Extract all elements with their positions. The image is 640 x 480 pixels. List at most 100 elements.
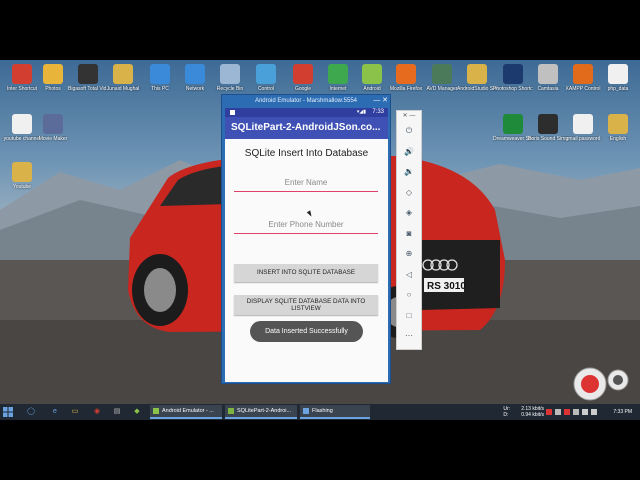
download-label: D:	[503, 412, 509, 418]
emulator-window[interactable]: Android Emulator - Marshmallow:5554 — ✕ …	[221, 94, 391, 384]
desktop-icon[interactable]: Bigasoft Total Vid...	[68, 64, 108, 92]
desktop-app-icon	[467, 64, 487, 84]
zoom-icon[interactable]: ⊕	[397, 244, 421, 265]
task-app-icon	[228, 408, 234, 414]
desktop-icon[interactable]: Junaid Mughal	[103, 64, 143, 92]
toolbar-window-controls[interactable]: ✕ —	[397, 111, 421, 121]
desktop-icon[interactable]: AVD Manager	[422, 64, 462, 92]
more-icon[interactable]: ⋯	[397, 326, 421, 347]
task-app-icon	[303, 408, 309, 414]
emulator-title[interactable]: Android Emulator - Marshmallow:5554	[222, 95, 390, 107]
desktop-icon-label: Photos	[45, 86, 61, 92]
taskbar-task[interactable]: SQLitePart-2-Androi...	[225, 405, 297, 419]
desktop-app-icon	[362, 64, 382, 84]
rotate-left-icon[interactable]: ◇	[397, 183, 421, 204]
desktop-icon[interactable]: Google	[283, 64, 323, 92]
phone-screen[interactable]: ▾◢▮ 7:33 SQLitePart-2-AndroidJSon.co... …	[225, 108, 388, 382]
desktop-icon[interactable]: Camtasia	[528, 64, 568, 92]
desktop-icon[interactable]: php_data	[598, 64, 638, 92]
desktop-icon[interactable]: Photos	[33, 64, 73, 92]
desktop-app-icon	[220, 64, 240, 84]
home-icon[interactable]: ○	[397, 285, 421, 306]
desktop-icon[interactable]: Dreamweaver Shortcut	[493, 114, 533, 142]
desktop-icon[interactable]: Photoshop Shortcut	[493, 64, 533, 92]
chrome-icon[interactable]: ◉	[92, 407, 102, 417]
clock[interactable]: 7:33 PM	[613, 409, 632, 415]
desktop-app-icon	[503, 114, 523, 134]
edge-browser-icon[interactable]: e	[50, 407, 60, 417]
task-label: Android Emulator - ...	[162, 408, 214, 414]
desktop-icon[interactable]: This PC	[140, 64, 180, 92]
desktop-app-icon	[78, 64, 98, 84]
desktop-icon[interactable]: Youtube	[2, 162, 42, 190]
svg-text:RS 3010: RS 3010	[427, 281, 466, 292]
desktop-icon-label: Recycle Bin	[216, 86, 244, 92]
desktop-app-icon	[43, 114, 63, 134]
tray-icons[interactable]	[546, 408, 600, 416]
desktop-app-icon	[256, 64, 276, 84]
camera-icon[interactable]: ◙	[397, 224, 421, 245]
windows-start-icon[interactable]	[3, 407, 13, 417]
power-icon[interactable]: ⏻	[397, 121, 421, 142]
desktop-app-icon	[608, 64, 628, 84]
desktop-icon[interactable]: Boris Sound Simulator	[528, 114, 568, 142]
desktop-app-icon	[113, 64, 133, 84]
toolbar-buttons: ⏻ 🔊 🔉 ◇ ◈ ◙ ⊕ ◁ ○ □ ⋯	[397, 121, 421, 347]
webcam-widget[interactable]	[572, 366, 632, 402]
desktop-icon[interactable]: AndroidStudio Shortcut	[457, 64, 497, 92]
name-input[interactable]: Enter Name	[234, 174, 378, 192]
app-action-bar-title: SQLitePart-2-AndroidJSon.co...	[225, 117, 388, 139]
download-speed: 0.94 kbit/s	[521, 412, 544, 418]
desktop-icon-label: Control	[257, 86, 275, 92]
search-icon[interactable]: ◯	[26, 407, 36, 417]
desktop-icon-label: Bigasoft Total Vid...	[68, 86, 108, 92]
overview-icon[interactable]: □	[397, 306, 421, 327]
store-icon[interactable]: ▤	[112, 407, 122, 417]
volume-up-icon[interactable]: 🔊	[397, 142, 421, 163]
volume-down-icon[interactable]: 🔉	[397, 162, 421, 183]
desktop-icon[interactable]: Mozilla Firefox	[386, 64, 426, 92]
display-listview-button[interactable]: DISPLAY SQLITE DATABASE DATA INTO LISTVI…	[234, 295, 378, 315]
network-labels: Ur: D:	[503, 406, 510, 418]
desktop-icon-label: Mozilla Firefox	[389, 86, 423, 92]
desktop-icon-label: Movie Maker	[38, 136, 68, 142]
desktop-icon-label: php_data	[607, 86, 629, 92]
taskbar-task[interactable]: Android Emulator - ...	[150, 405, 222, 419]
emulator-window-controls[interactable]: — ✕	[373, 95, 388, 107]
task-app-icon	[153, 408, 159, 414]
android-studio-icon[interactable]: ◆	[132, 407, 142, 417]
desktop-icon-label: This PC	[151, 86, 169, 92]
desktop-icon[interactable]: Control	[246, 64, 286, 92]
insert-button[interactable]: INSERT INTO SQLITE DATABASE	[234, 264, 378, 282]
desktop-app-icon	[328, 64, 348, 84]
desktop-icon-label: Camtasia	[537, 86, 559, 92]
desktop-icon-label: Google	[294, 86, 312, 92]
desktop-icon-label: AVD Manager	[426, 86, 458, 92]
app-heading: SQLite Insert Into Database	[244, 148, 369, 159]
desktop-icon[interactable]: gmail password	[563, 114, 603, 142]
file-explorer-icon[interactable]: ▭	[70, 407, 80, 417]
desktop-app-icon	[396, 64, 416, 84]
rotate-right-icon[interactable]: ◈	[397, 203, 421, 224]
desktop-app-icon	[185, 64, 205, 84]
desktop-icon[interactable]: Network	[175, 64, 215, 92]
desktop-icon-label: Photoshop Shortcut	[493, 86, 533, 92]
phone-number-input[interactable]: Enter Phone Number	[234, 216, 378, 234]
toast-message: Data Inserted Successfully	[250, 321, 363, 342]
back-icon[interactable]: ◁	[397, 265, 421, 286]
desktop-app-icon	[150, 64, 170, 84]
desktop-icon-label: Dreamweaver Shortcut	[493, 136, 533, 142]
desktop-app-icon	[538, 64, 558, 84]
windows-taskbar: ◯ e ▭ ◉ ▤ ◆ Android Emulator - ... SQLite…	[0, 404, 640, 420]
desktop-icon-label: English	[609, 136, 627, 142]
desktop-icon-label: AndroidStudio Shortcut	[457, 86, 497, 92]
desktop-icon[interactable]: XAMPP Control	[563, 64, 603, 92]
status-time: 7:33	[372, 109, 384, 115]
desktop-app-icon	[12, 64, 32, 84]
taskbar-task[interactable]: Flashing	[300, 405, 370, 419]
desktop-icon[interactable]: Movie Maker	[33, 114, 73, 142]
desktop-icon[interactable]: Recycle Bin	[210, 64, 250, 92]
desktop-app-icon	[608, 114, 628, 134]
desktop-app-icon	[12, 162, 32, 182]
desktop-icon[interactable]: English	[598, 114, 638, 142]
